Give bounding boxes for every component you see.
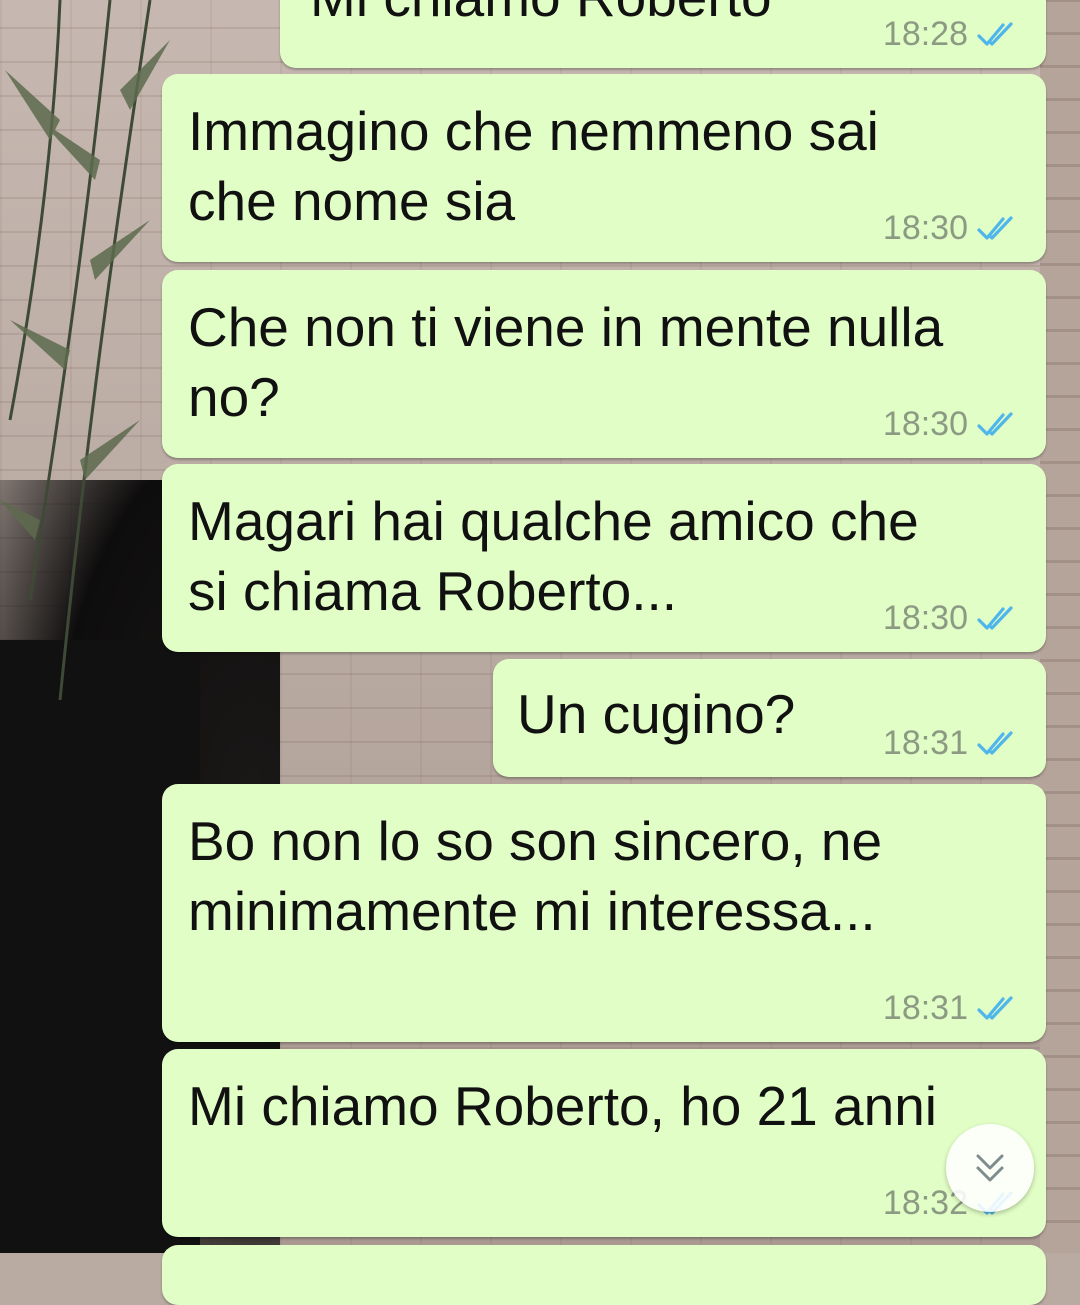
outgoing-message[interactable]: Bo non lo so son sincero, ne minimamente… [162, 784, 1046, 1042]
message-time: 18:30 [882, 599, 968, 637]
outgoing-message[interactable]: Immagino che nemmeno sai che nome sia 18… [162, 74, 1046, 262]
outgoing-message[interactable]: Mi chiamo Roberto 18:28 [280, 0, 1046, 68]
read-receipt-icon [977, 215, 1013, 240]
message-text: Mi chiamo Roberto, ho 21 anni [188, 1075, 938, 1137]
message-time: 18:31 [882, 724, 968, 762]
outgoing-message[interactable]: Mi chiamo Roberto, ho 21 anni 18:32 [162, 1049, 1046, 1237]
message-meta: 18:30 [883, 209, 1022, 248]
message-time: 18:31 [882, 989, 968, 1027]
message-meta: 18:30 [883, 599, 1022, 638]
double-chevron-down-icon [976, 1154, 1004, 1182]
message-meta: 18:31 [883, 989, 1022, 1028]
message-text: Bo non lo so son sincero, ne minimamente… [188, 810, 883, 942]
message-time: 18:30 [882, 405, 968, 443]
read-receipt-icon [977, 730, 1013, 755]
message-time: 18:28 [882, 15, 968, 53]
scroll-to-bottom-button[interactable] [946, 1124, 1034, 1212]
read-receipt-icon [977, 605, 1013, 630]
read-receipt-icon [977, 21, 1013, 46]
read-receipt-icon [977, 411, 1013, 436]
message-meta: 18:28 [883, 15, 1022, 54]
outgoing-message[interactable]: Magari hai qualche amico che si chiama R… [162, 464, 1046, 652]
read-receipt-icon [977, 995, 1013, 1020]
message-meta: 18:30 [883, 405, 1022, 444]
message-meta: 18:31 [883, 724, 1022, 763]
outgoing-message[interactable]: Che non ti viene in mente nulla no? 18:3… [162, 270, 1046, 458]
message-list[interactable]: Mi chiamo Roberto 18:28 Immagino che nem… [0, 0, 1080, 1305]
message-time: 18:30 [882, 209, 968, 247]
outgoing-message-partial[interactable] [162, 1245, 1046, 1305]
outgoing-message[interactable]: Un cugino? 18:31 [493, 659, 1046, 777]
